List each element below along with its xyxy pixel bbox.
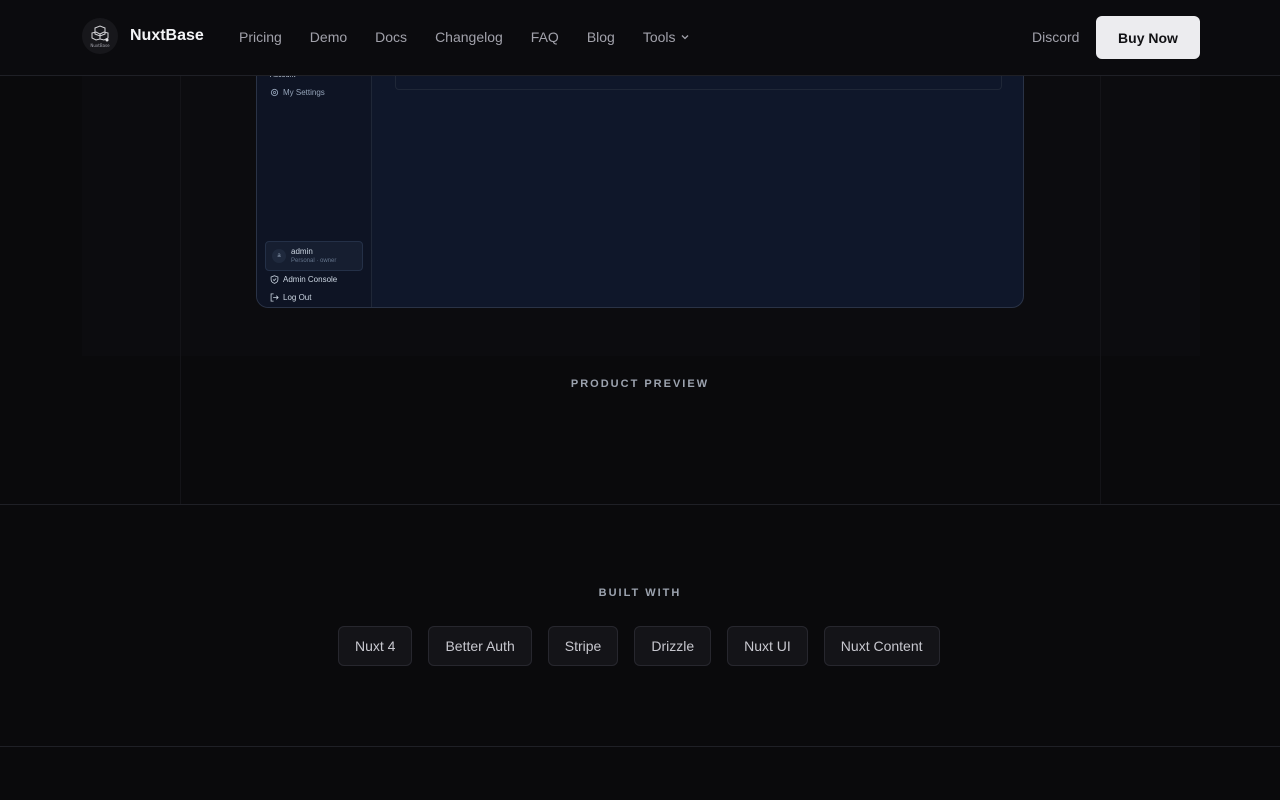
logo[interactable]: NuxtBase xyxy=(82,18,118,54)
preview-user-card: a admin Personal · owner xyxy=(265,241,363,271)
shield-icon xyxy=(270,275,279,284)
nav-changelog[interactable]: Changelog xyxy=(435,29,503,45)
preview-logout-link: Log Out xyxy=(270,293,311,302)
tech-chip: Stripe xyxy=(547,626,619,666)
tech-stack-list: Nuxt 4 Better Auth Stripe Drizzle Nuxt U… xyxy=(338,626,956,666)
preview-sidebar: Account My Settings a admin Personal · o… xyxy=(257,41,372,307)
section-divider xyxy=(0,746,1280,747)
preview-user-role: Personal · owner xyxy=(291,258,337,264)
logout-icon xyxy=(270,293,279,302)
product-preview-label: PRODUCT PREVIEW xyxy=(570,378,710,390)
preview-settings-label: My Settings xyxy=(283,88,325,97)
preview-admin-console-label: Admin Console xyxy=(283,275,338,284)
tech-chip: Nuxt Content xyxy=(823,626,940,666)
tech-chip: Nuxt UI xyxy=(727,626,808,666)
tech-chip: Better Auth xyxy=(428,626,532,666)
nav-tools-label: Tools xyxy=(642,29,676,45)
nav-pricing[interactable]: Pricing xyxy=(239,29,282,45)
logo-icon: NuxtBase xyxy=(90,25,110,48)
preview-logout-label: Log Out xyxy=(283,293,312,302)
site-header: NuxtBase NuxtBase Pricing Demo Docs Chan… xyxy=(0,0,1280,76)
chevron-down-icon xyxy=(681,35,688,40)
product-preview-frame: Account My Settings a admin Personal · o… xyxy=(256,40,1024,308)
section-divider xyxy=(0,504,1280,505)
preview-admin-console-link: Admin Console xyxy=(270,275,337,284)
gear-icon xyxy=(270,88,279,97)
nav-docs[interactable]: Docs xyxy=(375,29,407,45)
tech-chip: Drizzle xyxy=(634,626,712,666)
avatar: a xyxy=(272,249,286,263)
nav-faq[interactable]: FAQ xyxy=(531,29,559,45)
logo-caption: NuxtBase xyxy=(90,43,110,48)
nav-blog[interactable]: Blog xyxy=(587,29,615,45)
preview-settings-link: My Settings xyxy=(270,88,325,97)
nav-tools[interactable]: Tools xyxy=(643,29,690,45)
tech-chip: Nuxt 4 xyxy=(338,626,413,666)
built-with-label: BUILT WITH xyxy=(598,587,682,599)
buy-now-button[interactable]: Buy Now xyxy=(1096,16,1200,59)
preview-user-name: admin xyxy=(291,247,313,256)
brand-name[interactable]: NuxtBase xyxy=(130,27,204,45)
discord-link[interactable]: Discord xyxy=(1032,29,1079,45)
main-nav: Pricing Demo Docs Changelog FAQ Blog Too… xyxy=(239,29,718,45)
nav-demo[interactable]: Demo xyxy=(310,29,347,45)
